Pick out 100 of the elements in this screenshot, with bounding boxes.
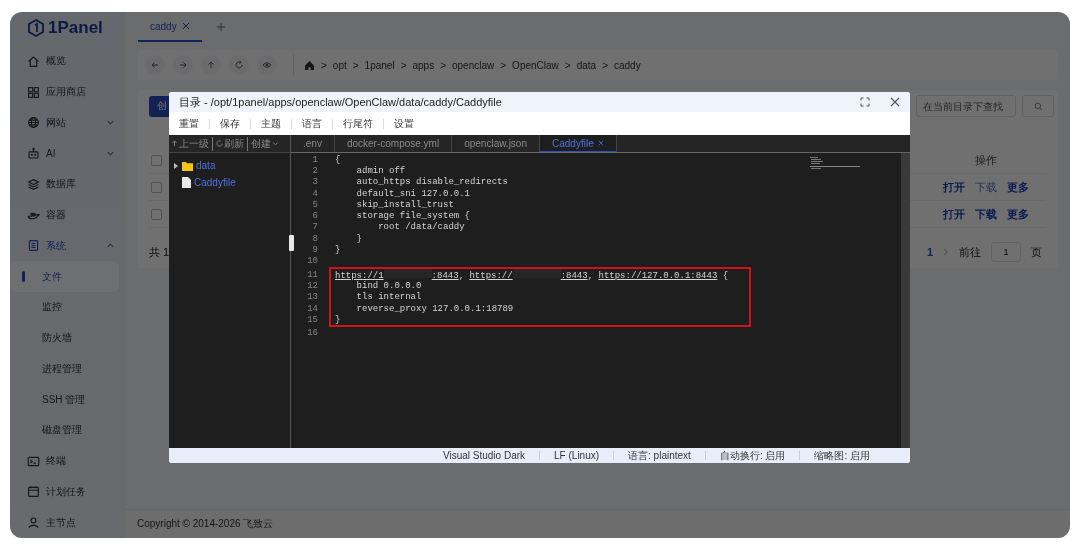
refresh-button[interactable] <box>229 55 249 75</box>
breadcrumb-item[interactable]: apps <box>412 59 435 71</box>
sidebar-item[interactable]: 容器 <box>10 199 125 231</box>
editor-tab[interactable]: .env <box>291 135 335 152</box>
code-line: reverse_proxy 127.0.0.1:18789 <box>355 303 514 314</box>
menu-item[interactable]: 语言 <box>291 118 332 129</box>
breadcrumb-item[interactable]: 1panel <box>364 59 395 71</box>
line-number: 8 <box>311 233 318 244</box>
sidebar-item[interactable]: 计划任务 <box>10 476 125 508</box>
checkbox[interactable] <box>151 181 162 193</box>
close-icon[interactable] <box>597 140 604 146</box>
sidebar-subitem[interactable]: 磁盘管理 <box>10 415 125 446</box>
add-icon[interactable] <box>215 22 226 32</box>
action-link[interactable]: 更多 <box>1007 206 1029 222</box>
checkbox[interactable] <box>151 208 162 220</box>
refresh-icon <box>216 140 223 147</box>
fullscreen-icon[interactable] <box>860 97 870 107</box>
code-line: { <box>335 154 341 165</box>
breadcrumb-item[interactable]: OpenClaw <box>512 59 559 71</box>
sidebar-subitem[interactable]: SSH 管理 <box>10 384 125 415</box>
line-number: 13 <box>306 292 318 303</box>
checkbox[interactable] <box>151 154 162 166</box>
action-link[interactable]: 打开 <box>943 179 965 195</box>
sidebar-item[interactable]: 主节点 <box>10 507 125 538</box>
status-item: Visual Studio Dark <box>441 451 527 460</box>
status-item: 语言: plaintext <box>613 451 705 460</box>
editor-tab[interactable]: docker-compose.yml <box>334 135 453 152</box>
chevron-icon <box>272 140 279 147</box>
menu-item[interactable]: 主题 <box>250 118 291 129</box>
action-link[interactable]: 打开 <box>943 206 965 222</box>
scrollbar[interactable] <box>901 153 910 448</box>
breadcrumb-item[interactable]: caddy <box>613 59 641 71</box>
toolbar-button[interactable]: 创建 <box>251 136 282 151</box>
close-icon[interactable] <box>181 22 190 30</box>
back-button[interactable] <box>145 55 165 75</box>
menu-item[interactable]: 设置 <box>383 118 424 129</box>
redacted-block <box>512 268 561 278</box>
terminal-icon <box>27 454 40 468</box>
sidebar-item[interactable]: 应用商店 <box>10 76 125 108</box>
code-line: } <box>335 314 341 325</box>
breadcrumb-item[interactable]: openclaw <box>452 59 495 71</box>
page-input[interactable]: 1 <box>991 242 1021 262</box>
copyright-text: Copyright © 2014-2026 飞致云 <box>137 517 274 531</box>
code-line: auto_https disable_redirects <box>355 177 508 188</box>
up-button[interactable] <box>201 55 221 75</box>
goto-label: 前往 <box>959 244 981 260</box>
sidebar-item[interactable]: 概览 <box>10 46 125 77</box>
sidebar-item[interactable]: 数据库 <box>10 169 125 200</box>
action-link[interactable]: 更多 <box>1007 179 1029 195</box>
search-button[interactable] <box>1022 95 1054 117</box>
breadcrumb-separator: > <box>440 59 446 71</box>
document-icon <box>27 239 40 253</box>
search-field[interactable]: 在当前目录下查找 <box>916 95 1016 117</box>
line-number: 3 <box>311 177 318 188</box>
menu-item[interactable]: 重置 <box>179 118 209 129</box>
sidebar-item[interactable]: 终端 <box>10 445 125 477</box>
column-header: 操作 <box>974 152 998 168</box>
breadcrumb-item[interactable]: data <box>576 59 597 71</box>
editor-tab[interactable]: Caddyfile <box>540 135 617 152</box>
line-number: 10 <box>306 256 318 267</box>
arrow-up-icon <box>206 60 216 70</box>
home-icon <box>27 54 40 68</box>
toolbar-button[interactable]: 上一级 <box>171 136 213 151</box>
breadcrumb-separator: > <box>500 59 507 71</box>
code-line: } <box>355 233 362 244</box>
sidebar-subitem[interactable]: 监控 <box>10 292 125 323</box>
toolbar-button[interactable]: 刷新 <box>216 136 248 151</box>
code-line: tls internal <box>355 292 422 303</box>
breadcrumb-separator: > <box>564 59 571 71</box>
forward-button[interactable] <box>173 55 193 75</box>
sidebar-subitem[interactable]: 文件 <box>10 261 119 292</box>
sidebar-subitem[interactable]: 进程管理 <box>10 353 125 385</box>
page-number[interactable]: 1 <box>926 246 933 258</box>
file-icon <box>182 177 191 188</box>
home-icon[interactable] <box>304 59 315 71</box>
eye-button[interactable] <box>257 55 277 75</box>
tree-item[interactable]: data <box>173 159 290 172</box>
resize-handle[interactable] <box>289 235 294 251</box>
caret-icon[interactable] <box>173 162 179 169</box>
grid-icon <box>27 85 40 99</box>
tab[interactable]: caddy <box>138 12 202 42</box>
sidebar-subitem[interactable]: 防火墙 <box>10 322 125 354</box>
sidebar-item[interactable]: 网站 <box>10 107 125 139</box>
robot-icon <box>27 147 40 161</box>
user-icon <box>27 516 40 530</box>
next-page-icon[interactable] <box>943 248 949 256</box>
sidebar-item[interactable]: AI <box>10 138 125 169</box>
menu-item[interactable]: 行尾符 <box>332 118 383 129</box>
close-icon[interactable] <box>890 97 900 107</box>
code-line: } <box>335 245 341 255</box>
menu-item[interactable]: 保存 <box>209 118 250 129</box>
line-number: 12 <box>306 280 318 291</box>
tree-item[interactable]: Caddyfile <box>173 176 290 189</box>
action-link[interactable]: 下载 <box>975 206 997 222</box>
redacted-block <box>383 268 432 278</box>
search-icon <box>1033 101 1043 111</box>
code-line: root /data/caddy <box>377 222 465 233</box>
breadcrumb-item[interactable]: opt <box>332 59 347 71</box>
line-number: 1 <box>311 154 318 165</box>
calendar-icon <box>27 485 40 499</box>
